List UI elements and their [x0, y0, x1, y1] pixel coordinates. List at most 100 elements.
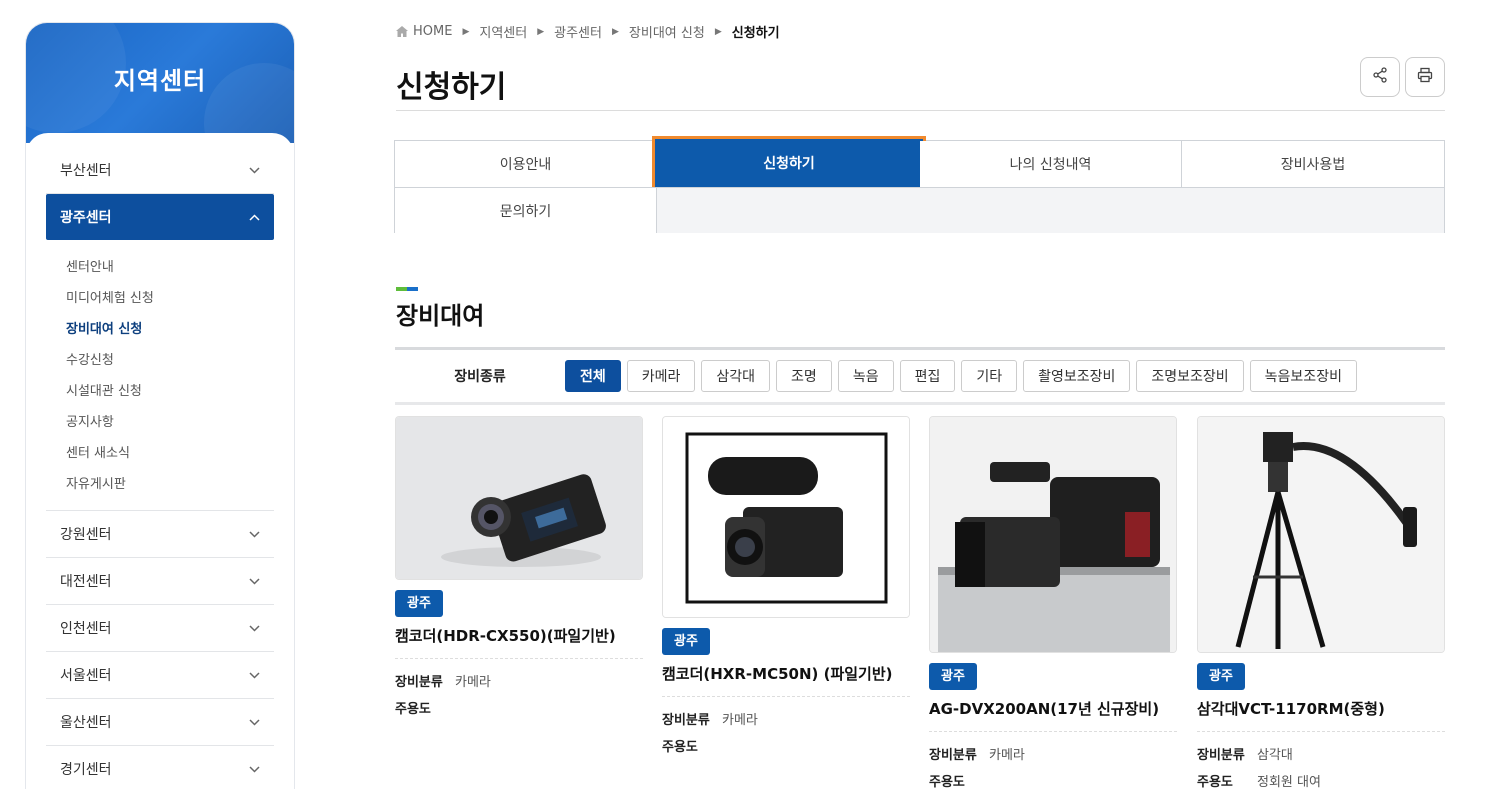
- breadcrumb-gwangju[interactable]: 광주센터: [554, 22, 602, 41]
- sidebar-item-gwangju[interactable]: 광주센터: [46, 194, 274, 240]
- product-name[interactable]: 삼각대VCT-1170RM(중형): [1197, 698, 1445, 719]
- submenu-item-center-info[interactable]: 센터안내: [66, 252, 274, 283]
- spec-label: 장비분류: [395, 675, 443, 690]
- print-button[interactable]: [1405, 57, 1445, 97]
- spec-label: 장비분류: [929, 748, 977, 763]
- breadcrumb-rental[interactable]: 장비대여 신청: [629, 22, 705, 41]
- page-title: 신청하기: [396, 70, 507, 105]
- submenu-item-notice[interactable]: 공지사항: [66, 407, 274, 438]
- card-divider: [662, 696, 910, 697]
- filter-tripod[interactable]: 삼각대: [701, 360, 771, 392]
- share-button[interactable]: [1360, 57, 1400, 97]
- sidebar-item-label: 울산센터: [60, 715, 112, 731]
- tab-equipment-usage[interactable]: 장비사용법: [1182, 141, 1444, 187]
- filter-editing[interactable]: 편집: [899, 360, 956, 392]
- spec-label: 주용도: [395, 702, 431, 717]
- filter-camera[interactable]: 카메라: [626, 360, 696, 392]
- sidebar-item-gyeonggi[interactable]: 경기센터: [46, 746, 274, 789]
- title-divider: [396, 110, 1445, 111]
- share-icon: [1372, 67, 1388, 87]
- tab-inquiry[interactable]: 문의하기: [395, 187, 657, 233]
- filter-label: 장비종류: [454, 369, 506, 385]
- spec-category: 장비분류 카메라: [929, 744, 1177, 763]
- chevron-down-icon: [248, 716, 260, 728]
- tab-apply[interactable]: 신청하기: [652, 136, 926, 190]
- breadcrumb-home[interactable]: HOME: [413, 24, 452, 39]
- tab-my-applications[interactable]: 나의 신청내역: [920, 141, 1182, 187]
- sidebar-menu: 부산센터 광주센터 센터안내 미디어체험 신청 장비대여 신청 수강신청 시설대…: [26, 133, 294, 789]
- region-badge: 광주: [662, 628, 710, 655]
- sidebar-item-label: 강원센터: [60, 527, 112, 543]
- submenu-item-equipment-rental[interactable]: 장비대여 신청: [66, 314, 274, 345]
- filter-other[interactable]: 기타: [961, 360, 1018, 392]
- breadcrumb-regional[interactable]: 지역센터: [479, 22, 527, 41]
- product-image[interactable]: [1197, 416, 1445, 653]
- card-divider: [1197, 731, 1445, 732]
- sidebar-item-gangwon[interactable]: 강원센터: [46, 511, 274, 558]
- spec-label: 장비분류: [662, 713, 710, 728]
- submenu-item-facility[interactable]: 시설대관 신청: [66, 376, 274, 407]
- spec-usage: 주용도 정회원 대여: [1197, 771, 1445, 789]
- section-title: 장비대여: [396, 302, 485, 330]
- spec-label: 주용도: [929, 775, 965, 789]
- sidebar-item-daejeon[interactable]: 대전센터: [46, 558, 274, 605]
- product-name[interactable]: AG-DVX200AN(17년 신규장비): [929, 698, 1177, 719]
- submenu-item-media-experience[interactable]: 미디어체험 신청: [66, 283, 274, 314]
- product-image[interactable]: [929, 416, 1177, 653]
- sidebar-item-label: 부산센터: [60, 163, 112, 179]
- spec-value: 삼각대: [1257, 748, 1293, 763]
- section-accent: [396, 287, 418, 291]
- filter-recording[interactable]: 녹음: [837, 360, 894, 392]
- product-name[interactable]: 캠코더(HDR-CX550)(파일기반): [395, 625, 643, 646]
- caret-right-icon: ▶: [462, 26, 470, 37]
- spec-label: 장비분류: [1197, 748, 1245, 763]
- spec-usage: 주용도: [929, 771, 1177, 789]
- spec-value: 정회원 대여: [1257, 775, 1321, 789]
- filter-shooting-accessory[interactable]: 촬영보조장비: [1023, 360, 1131, 392]
- submenu-item-board[interactable]: 자유게시판: [66, 469, 274, 500]
- region-badge: 광주: [395, 590, 443, 617]
- spec-usage: 주용도: [662, 736, 910, 755]
- submenu-item-course[interactable]: 수강신청: [66, 345, 274, 376]
- sidebar-item-incheon[interactable]: 인천센터: [46, 605, 274, 652]
- caret-right-icon: ▶: [714, 26, 722, 37]
- product-name[interactable]: 캠코더(HXR-MC50N) (파일기반): [662, 663, 910, 684]
- spec-usage: 주용도: [395, 698, 643, 717]
- breadcrumb-current: 신청하기: [731, 26, 780, 41]
- filter-lighting-accessory[interactable]: 조명보조장비: [1136, 360, 1244, 392]
- product-card[interactable]: 광주 AG-DVX200AN(17년 신규장비) 장비분류 카메라 주용도: [929, 416, 1177, 789]
- region-badge: 광주: [929, 663, 977, 690]
- sidebar-item-busan[interactable]: 부산센터: [46, 147, 274, 194]
- spec-category: 장비분류 삼각대: [1197, 744, 1445, 763]
- card-divider: [929, 731, 1177, 732]
- sidebar-item-label: 서울센터: [60, 668, 112, 684]
- chevron-up-icon: [248, 211, 260, 223]
- equipment-filter: 장비종류 전체 카메라 삼각대 조명 녹음 편집 기타 촬영보조장비 조명보조장…: [395, 347, 1445, 405]
- spec-value: 카메라: [722, 713, 758, 728]
- product-card[interactable]: 광주 캠코더(HXR-MC50N) (파일기반) 장비분류 카메라 주용도: [662, 416, 910, 755]
- product-card[interactable]: 광주 삼각대VCT-1170RM(중형) 장비분류 삼각대 주용도 정회원 대여: [1197, 416, 1445, 789]
- spec-label: 주용도: [1197, 775, 1233, 789]
- chevron-down-icon: [248, 763, 260, 775]
- chevron-down-icon: [248, 528, 260, 540]
- spec-value: 카메라: [455, 675, 491, 690]
- product-image[interactable]: [662, 416, 910, 618]
- product-card[interactable]: 광주 캠코더(HDR-CX550)(파일기반) 장비분류 카메라 주용도: [395, 416, 643, 717]
- submenu-item-news[interactable]: 센터 새소식: [66, 438, 274, 469]
- breadcrumb: HOME ▶ 지역센터 ▶ 광주센터 ▶ 장비대여 신청 ▶ 신청하기: [396, 22, 780, 41]
- caret-right-icon: ▶: [537, 26, 545, 37]
- tab-empty-area: [657, 187, 1444, 233]
- tab-usage-guide[interactable]: 이용안내: [395, 141, 657, 187]
- filter-lighting[interactable]: 조명: [776, 360, 832, 392]
- sidebar-item-label: 경기센터: [60, 762, 112, 778]
- filter-all[interactable]: 전체: [565, 360, 621, 392]
- sidebar-title: 지역센터: [113, 67, 207, 95]
- sidebar-item-ulsan[interactable]: 울산센터: [46, 699, 274, 746]
- caret-right-icon: ▶: [611, 26, 619, 37]
- tab-bar: 이용안내 신청하기 나의 신청내역 장비사용법 문의하기: [394, 136, 1445, 233]
- product-image[interactable]: [395, 416, 643, 580]
- sidebar-item-seoul[interactable]: 서울센터: [46, 652, 274, 699]
- sidebar: 지역센터 부산센터 광주센터 센터안내 미디어체험 신청 장비대여 신청 수강신…: [25, 22, 295, 789]
- sidebar-item-label: 광주센터: [60, 210, 112, 226]
- filter-recording-accessory[interactable]: 녹음보조장비: [1249, 360, 1357, 392]
